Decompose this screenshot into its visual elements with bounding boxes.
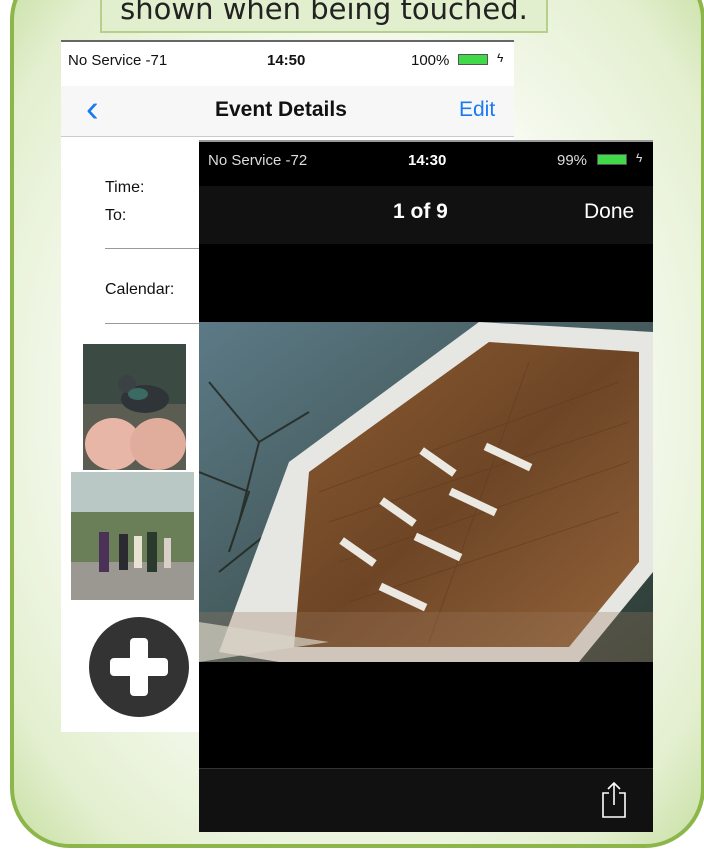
status-bar: No Service -71 14:50 100% ϟ [61,48,514,69]
photo-thumbnail[interactable] [71,472,194,600]
battery-percent: 99% [557,152,588,169]
lion-rock-sign-image [199,322,653,662]
time-label: Time: [105,179,145,196]
lion-rock-photo[interactable] [199,322,653,662]
charging-icon: ϟ [497,51,504,65]
viewer-nav-bar: 1 of 9 Done [199,186,653,244]
battery-icon [597,154,627,165]
share-icon[interactable] [599,781,629,819]
to-label: To: [105,207,127,224]
edit-button[interactable]: Edit [459,98,495,122]
pigeon-photo [83,344,186,470]
slide-caption: shown when being touched. [100,0,548,33]
carrier-signal: No Service -71 [68,52,168,69]
clock: 14:50 [267,52,306,69]
photo-viewer-screen: No Service -72 14:30 99% ϟ 1 of 9 Done [199,140,653,832]
photo-thumbnail[interactable] [83,344,186,470]
charging-icon: ϟ [636,151,643,165]
page-title: Event Details [215,98,347,121]
chevron-left-icon[interactable]: ‹ [86,88,99,131]
calendar-label: Calendar: [105,281,175,298]
battery-percent: 100% [411,52,450,69]
viewer-toolbar [199,768,653,832]
clock: 14:30 [408,152,447,169]
hikers-photo [71,472,194,600]
nav-bar: ‹ Event Details Edit [61,86,514,137]
photo-counter: 1 of 9 [393,200,448,223]
status-bar: No Service -72 14:30 99% ϟ [199,149,653,169]
add-photo-button[interactable] [89,617,189,717]
done-button[interactable]: Done [584,200,634,224]
carrier-signal: No Service -72 [208,152,308,169]
battery-icon [458,54,488,65]
